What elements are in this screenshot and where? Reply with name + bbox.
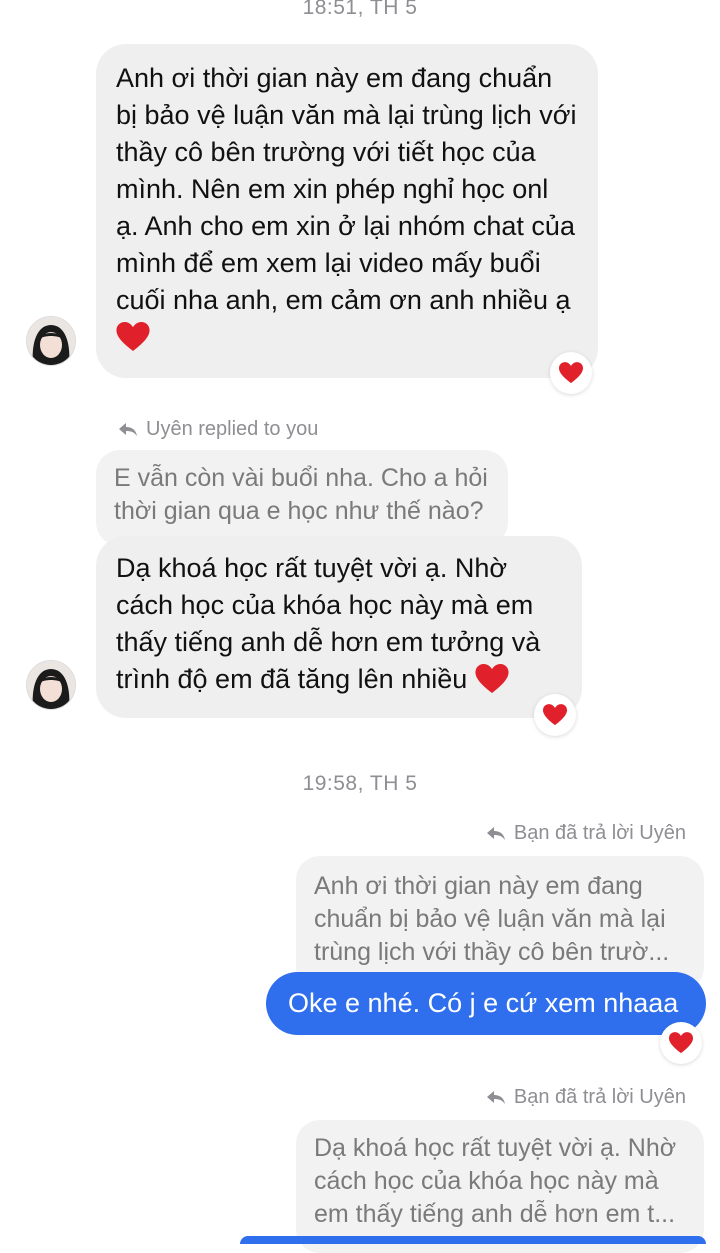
quoted-message-2[interactable]: Anh ơi thời gian này em đang chuẩn bị bả…: [296, 856, 704, 991]
quoted-text: Anh ơi thời gian này em đang chuẩn bị bả…: [314, 872, 670, 966]
message-text: Anh ơi thời gian này em đang chuẩn bị bả…: [116, 63, 577, 315]
outgoing-message-1[interactable]: Oke e nhé. Có j e cứ xem nhaaa: [266, 972, 706, 1035]
reply-arrow-icon: [486, 1090, 505, 1104]
timestamp-2: 19:58, TH 5: [302, 772, 418, 795]
reaction-heart-3[interactable]: [660, 1022, 702, 1064]
reply-label-text: Bạn đã trả lời Uyên: [513, 1086, 686, 1108]
reply-indicator-3: Bạn đã trả lời Uyên: [486, 1086, 686, 1109]
heart-icon: [543, 704, 567, 726]
reply-arrow-icon: [486, 826, 505, 840]
reply-indicator-2: Bạn đã trả lời Uyên: [486, 822, 686, 845]
quoted-message-3[interactable]: Dạ khoá học rất tuyệt vời ạ. Nhờ cách họ…: [296, 1120, 704, 1253]
avatar[interactable]: [26, 660, 76, 710]
reply-label-text: Uyên replied to you: [146, 418, 319, 440]
heart-icon: [669, 1032, 693, 1054]
reply-indicator-1: Uyên replied to you: [118, 418, 318, 441]
quoted-message-1[interactable]: E vẫn còn vài buổi nha. Cho a hỏi thời g…: [96, 450, 508, 546]
heart-icon: [559, 362, 583, 384]
reply-arrow-icon: [119, 422, 137, 436]
incoming-message-2[interactable]: Dạ khoá học rất tuyệt vời ạ. Nhờ cách họ…: [96, 536, 582, 718]
message-text: Oke e nhé. Có j e cứ xem nhaaa: [288, 988, 679, 1018]
reaction-heart-2[interactable]: [534, 694, 576, 736]
timestamp-1: 18:51, TH 5: [302, 0, 418, 19]
incoming-message-1[interactable]: Anh ơi thời gian này em đang chuẩn bị bả…: [96, 44, 598, 378]
heart-emoji: [116, 322, 150, 362]
quoted-text: E vẫn còn vài buổi nha. Cho a hỏi thời g…: [114, 464, 488, 525]
avatar[interactable]: [26, 316, 76, 366]
reaction-heart-1[interactable]: [550, 352, 592, 394]
quoted-text: Dạ khoá học rất tuyệt vời ạ. Nhờ cách họ…: [314, 1134, 677, 1228]
reply-label-text: Bạn đã trả lời Uyên: [513, 822, 686, 844]
outgoing-message-2-partial[interactable]: [240, 1236, 706, 1244]
heart-emoji: [475, 664, 509, 704]
